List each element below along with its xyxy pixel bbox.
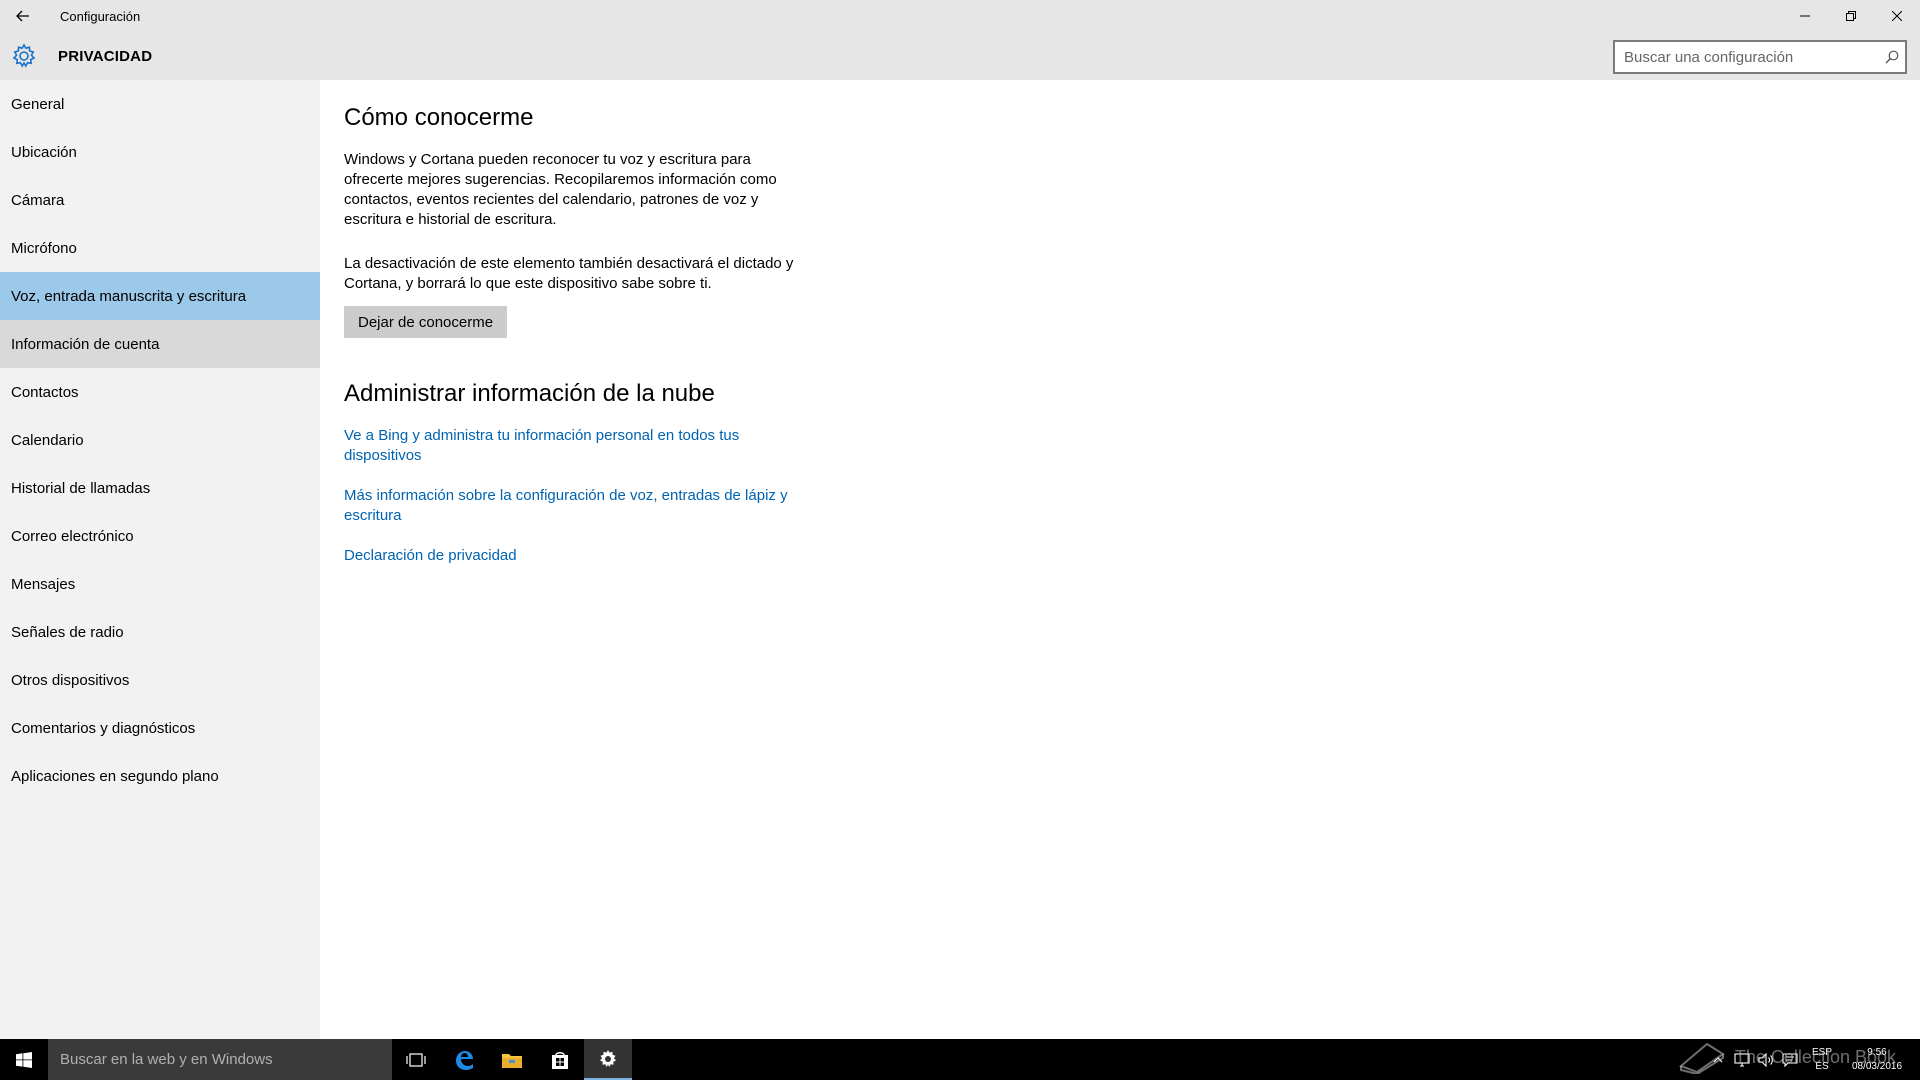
- privacy-statement-link[interactable]: Declaración de privacidad: [344, 546, 804, 566]
- sidebar-item-label: Micrófono: [11, 239, 77, 257]
- clock-time: 9:56: [1867, 1046, 1887, 1058]
- settings-search[interactable]: [1613, 40, 1907, 74]
- minimize-icon: [1800, 15, 1810, 17]
- section-warning: La desactivación de este elemento tambié…: [344, 255, 794, 292]
- sidebar-item-general[interactable]: General: [0, 80, 320, 128]
- start-button[interactable]: [0, 1039, 48, 1080]
- show-hidden-icons-button[interactable]: [1706, 1039, 1730, 1080]
- more-info-link[interactable]: Más información sobre la configuración d…: [344, 486, 804, 526]
- network-icon: [1734, 1052, 1750, 1067]
- window-title: Configuración: [60, 8, 141, 24]
- window-controls: [1782, 0, 1920, 32]
- sidebar-item-label: Voz, entrada manuscrita y escritura: [11, 287, 247, 305]
- section-title-como-conocerme: Cómo conocerme: [344, 104, 534, 131]
- sidebar-item-label: Otros dispositivos: [11, 671, 130, 689]
- close-icon: [1892, 11, 1902, 21]
- back-arrow-icon: [16, 10, 29, 22]
- sidebar-item-comentarios[interactable]: Comentarios y diagnósticos: [0, 704, 320, 752]
- sidebar-item-label: Ubicación: [11, 143, 77, 161]
- sidebar-item-correo[interactable]: Correo electrónico: [0, 512, 320, 560]
- sidebar-item-label: Correo electrónico: [11, 527, 134, 545]
- taskbar-search[interactable]: Buscar en la web y en Windows: [48, 1039, 392, 1080]
- store-bag-icon: [552, 1051, 568, 1069]
- sidebar-item-segundo-plano[interactable]: Aplicaciones en segundo plano: [0, 752, 320, 800]
- settings-gear-icon: [600, 1049, 616, 1067]
- language-code: ESP: [1811, 1046, 1832, 1058]
- volume-button[interactable]: [1754, 1039, 1778, 1080]
- sidebar-item-label: Aplicaciones en segundo plano: [11, 767, 219, 785]
- stop-knowing-me-button[interactable]: Dejar de conocerme: [344, 306, 508, 338]
- section-description: Windows y Cortana pueden reconocer tu vo…: [344, 151, 777, 228]
- sidebar-item-historial-llamadas[interactable]: Historial de llamadas: [0, 464, 320, 512]
- action-center-button[interactable]: [1778, 1039, 1802, 1080]
- settings-taskbar-button[interactable]: [584, 1039, 632, 1080]
- gear-icon: [10, 42, 38, 70]
- search-input[interactable]: [1615, 43, 1879, 71]
- sidebar-item-label: Calendario: [11, 431, 84, 449]
- network-button[interactable]: [1730, 1039, 1754, 1080]
- sidebar-item-mensajes[interactable]: Mensajes: [0, 560, 320, 608]
- store-button[interactable]: [536, 1039, 584, 1080]
- windows-logo-icon: [16, 1051, 32, 1068]
- edge-button[interactable]: [440, 1039, 488, 1080]
- keyboard-layout: ES: [1815, 1060, 1829, 1072]
- sidebar-item-otros-dispositivos[interactable]: Otros dispositivos: [0, 656, 320, 704]
- search-icon[interactable]: [1879, 50, 1905, 64]
- sidebar-item-contactos[interactable]: Contactos: [0, 368, 320, 416]
- sidebar-item-informacion-cuenta[interactable]: Información de cuenta: [0, 320, 320, 368]
- folder-icon: [502, 1053, 522, 1068]
- title-bar: Configuración: [0, 0, 1920, 32]
- back-button[interactable]: [0, 0, 46, 32]
- sidebar-item-label: Información de cuenta: [11, 335, 160, 353]
- restore-icon: [1846, 11, 1856, 21]
- sidebar-item-voz[interactable]: Voz, entrada manuscrita y escritura: [0, 272, 320, 320]
- sidebar-item-label: General: [11, 95, 65, 113]
- settings-header: PRIVACIDAD: [0, 32, 1920, 80]
- sidebar-item-label: Contactos: [11, 383, 79, 401]
- system-tray: ESP ES 9:56 08/03/2016: [1706, 1039, 1920, 1080]
- page-title: PRIVACIDAD: [58, 47, 153, 65]
- sidebar: General Ubicación Cámara Micrófono Voz, …: [0, 80, 320, 1039]
- clock-button[interactable]: 9:56 08/03/2016: [1842, 1046, 1912, 1074]
- taskbar: Buscar en la web y en Windows ESP ES 9:5…: [0, 1039, 1920, 1080]
- sidebar-item-label: Señales de radio: [11, 623, 124, 641]
- minimize-button[interactable]: [1782, 0, 1828, 32]
- sidebar-item-camara[interactable]: Cámara: [0, 176, 320, 224]
- section-title-cloud: Administrar información de la nube: [344, 380, 715, 407]
- sidebar-item-label: Comentarios y diagnósticos: [11, 719, 196, 737]
- restore-button[interactable]: [1828, 0, 1874, 32]
- notification-icon: [1782, 1052, 1798, 1067]
- sidebar-item-microfono[interactable]: Micrófono: [0, 224, 320, 272]
- task-view-button[interactable]: [392, 1039, 440, 1080]
- taskbar-search-text: Buscar en la web y en Windows: [60, 1051, 273, 1068]
- sidebar-item-label: Mensajes: [11, 575, 76, 593]
- file-explorer-button[interactable]: [488, 1039, 536, 1080]
- sidebar-item-label: Historial de llamadas: [11, 479, 151, 497]
- task-view-icon: [406, 1052, 426, 1067]
- sidebar-item-calendario[interactable]: Calendario: [0, 416, 320, 464]
- clock-date: 08/03/2016: [1851, 1060, 1903, 1072]
- input-language-button[interactable]: ESP ES: [1802, 1046, 1842, 1074]
- close-button[interactable]: [1874, 0, 1920, 32]
- sidebar-item-senales-radio[interactable]: Señales de radio: [0, 608, 320, 656]
- bing-manage-link[interactable]: Ve a Bing y administra tu información pe…: [344, 426, 804, 466]
- edge-browser-icon: [456, 1050, 473, 1070]
- sidebar-item-label: Cámara: [11, 191, 65, 209]
- speaker-icon: [1758, 1052, 1773, 1067]
- main-content: Cómo conocerme Windows y Cortana pueden …: [344, 80, 804, 566]
- chevron-up-icon: [1713, 1056, 1723, 1062]
- sidebar-item-ubicacion[interactable]: Ubicación: [0, 128, 320, 176]
